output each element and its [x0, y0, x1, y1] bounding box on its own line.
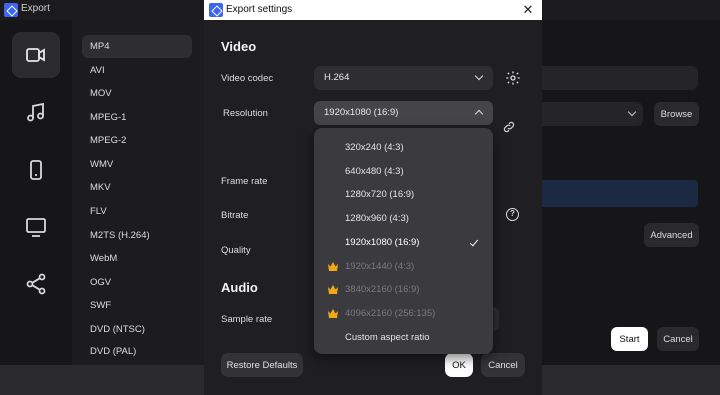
format-item-flv[interactable]: FLV [82, 200, 192, 223]
format-item-avi[interactable]: AVI [82, 59, 192, 82]
format-item-mpeg2[interactable]: MPEG-2 [82, 129, 192, 152]
main-cancel-button[interactable]: Cancel [657, 327, 699, 351]
video-heading: Video [221, 39, 257, 54]
dialog-title: Export settings [226, 4, 293, 15]
selected-preset-row[interactable] [542, 180, 698, 207]
quality-label: Quality [221, 245, 251, 256]
nav-video-button[interactable] [12, 32, 60, 78]
phone-icon [30, 160, 42, 180]
format-item-mpeg1[interactable]: MPEG-1 [82, 106, 192, 129]
filename-input[interactable] [542, 66, 698, 90]
frame-rate-label: Frame rate [221, 176, 268, 187]
resolution-value: 1920x1080 (16:9) [324, 107, 399, 118]
chevron-down-icon [474, 71, 484, 81]
checkmark-icon [469, 237, 479, 247]
crown-icon [328, 309, 338, 318]
video-codec-value: H.264 [324, 72, 350, 83]
menu-item-4096x2160[interactable]: 4096x2160 (256:135) [314, 302, 493, 325]
menu-item-1280x960[interactable]: 1280x960 (4:3) [314, 207, 493, 230]
menu-item-label: 1920x1440 (4:3) [345, 261, 415, 272]
format-item-webm[interactable]: WebM [82, 247, 192, 270]
menu-item-1280x720[interactable]: 1280x720 (16:9) [314, 183, 493, 206]
menu-item-label: 4096x2160 (256:135) [345, 308, 436, 319]
audio-heading: Audio [221, 280, 258, 295]
menu-item-custom-aspect[interactable]: Custom aspect ratio [314, 326, 493, 349]
nav-device-button[interactable] [12, 147, 60, 193]
category-sidebar [0, 20, 72, 365]
video-codec-label: Video codec [221, 73, 274, 84]
format-item-mov[interactable]: MOV [82, 82, 192, 105]
dialog-titlebar: Export settings ✕ [204, 0, 542, 20]
crown-icon [328, 285, 338, 294]
resolution-select[interactable]: 1920x1080 (16:9) [314, 101, 493, 125]
bitrate-label: Bitrate [221, 210, 249, 221]
menu-item-1920x1440[interactable]: 1920x1440 (4:3) [314, 255, 493, 278]
menu-item-label: 3840x2160 (16:9) [345, 284, 420, 295]
link-icon[interactable] [502, 120, 516, 134]
share-icon [26, 273, 46, 295]
app-logo-icon [4, 3, 18, 17]
format-item-dvd-pal[interactable]: DVD (PAL) [82, 341, 192, 356]
nav-audio-button[interactable] [12, 90, 60, 136]
resolution-label: Resolution [223, 108, 268, 119]
format-item-dvd-ntsc[interactable]: DVD (NTSC) [82, 318, 192, 341]
format-item-mkv[interactable]: MKV [82, 176, 192, 199]
menu-item-1920x1080[interactable]: 1920x1080 (16:9) [314, 231, 493, 254]
dialog-cancel-button[interactable]: Cancel [481, 353, 525, 377]
help-icon[interactable]: ? [506, 208, 519, 221]
chevron-down-icon [627, 107, 637, 117]
resolution-dropdown-menu: 320x240 (4:3) 640x480 (4:3) 1280x720 (16… [314, 128, 493, 354]
advanced-button[interactable]: Advanced [644, 223, 699, 247]
restore-defaults-button[interactable]: Restore Defaults [221, 353, 303, 377]
format-item-m2ts[interactable]: M2TS (H.264) [82, 224, 192, 247]
nav-share-button[interactable] [12, 261, 60, 307]
format-list: MP4 AVI MOV MPEG-1 MPEG-2 WMV MKV FLV M2… [72, 20, 204, 365]
close-icon[interactable]: ✕ [514, 0, 542, 20]
menu-item-label: 640x480 (4:3) [345, 166, 404, 177]
format-item-mp4[interactable]: MP4 [82, 35, 192, 58]
browse-button[interactable]: Browse [654, 102, 699, 126]
monitor-icon [26, 218, 46, 237]
gear-icon[interactable] [505, 70, 521, 86]
video-icon [26, 48, 45, 62]
format-item-wmv[interactable]: WMV [82, 153, 192, 176]
ok-button[interactable]: OK [445, 353, 473, 377]
menu-item-3840x2160[interactable]: 3840x2160 (16:9) [314, 278, 493, 301]
main-window-title: Export [21, 3, 50, 14]
chevron-up-icon [474, 109, 484, 119]
nav-tv-button[interactable] [12, 204, 60, 250]
sample-rate-label: Sample rate [221, 314, 273, 325]
format-item-ogv[interactable]: OGV [82, 271, 192, 294]
start-button[interactable]: Start [611, 327, 648, 351]
app-logo-icon [209, 3, 223, 17]
crown-icon [328, 262, 338, 271]
video-codec-select[interactable]: H.264 [314, 66, 493, 90]
menu-item-640x480[interactable]: 640x480 (4:3) [314, 160, 493, 183]
menu-item-label: 320x240 (4:3) [345, 142, 404, 153]
menu-item-label: 1280x720 (16:9) [345, 189, 415, 200]
menu-item-320x240[interactable]: 320x240 (4:3) [314, 136, 493, 159]
menu-item-label: 1280x960 (4:3) [345, 213, 409, 224]
format-item-swf[interactable]: SWF [82, 294, 192, 317]
output-folder-select[interactable] [542, 102, 643, 126]
menu-item-label: Custom aspect ratio [345, 332, 430, 343]
music-icon [27, 102, 44, 122]
menu-item-label: 1920x1080 (16:9) [345, 237, 420, 248]
